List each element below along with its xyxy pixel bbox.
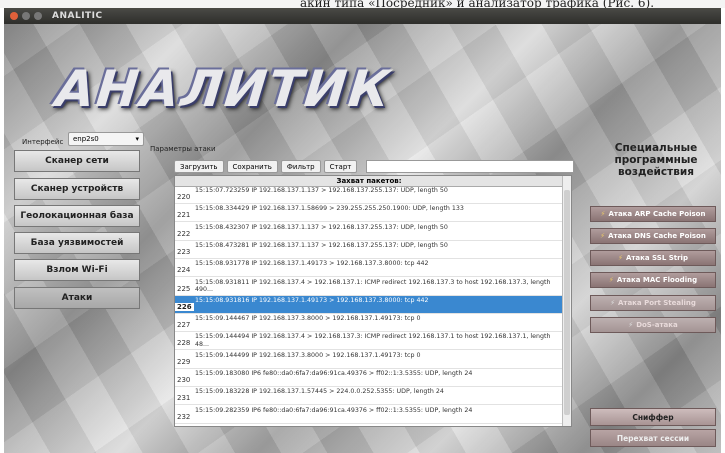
maximize-icon[interactable] (34, 12, 42, 20)
packet-number: 229 (177, 357, 191, 366)
session-hijack-button[interactable]: Перехват сессии (590, 429, 716, 447)
special-actions-title: Специальные программные воздействия (596, 142, 716, 178)
wand-icon: ⚡ (618, 254, 623, 262)
app-window: ANALITIC АНАЛИТИК Интерфейс enp2s0 ▾ Ска… (4, 8, 721, 453)
packet-row[interactable]: 227 15:15:09.144467 IP 192.168.137.3.8000… (175, 314, 563, 333)
save-button[interactable]: Сохранить (226, 160, 278, 173)
filter-button[interactable]: Фильтр (280, 160, 321, 173)
nav-attacks[interactable]: Атаки (14, 287, 140, 309)
load-button[interactable]: Загрузить (174, 160, 224, 173)
packet-row[interactable]: 222 15:15:08.432307 IP 192.168.137.1.137 … (175, 223, 563, 241)
packet-text: 15:15:08.931811 IP 192.168.137.4 > 192.1… (195, 278, 551, 294)
vertical-scrollbar[interactable] (562, 176, 571, 426)
packet-row[interactable]: 220 15:15:07.723259 IP 192.168.137.1.137 … (175, 186, 563, 204)
attack-button[interactable]: ⚡ Атака ARP Cache Poison (590, 206, 716, 222)
packet-number: 222 (177, 229, 191, 238)
wand-icon: ⚡ (628, 321, 634, 329)
packet-number: 227 (177, 321, 191, 330)
close-icon[interactable] (10, 12, 18, 20)
packet-row[interactable]: 221 15:15:08.334429 IP 192.168.137.1.5869… (175, 204, 563, 223)
packet-number: 220 (177, 193, 191, 201)
attack-label: Атака ARP Cache Poison (608, 210, 706, 218)
interface-value: enp2s0 (73, 135, 99, 143)
packet-row[interactable]: 232 15:15:09.282359 IP6 fe80::da0:6fa7:da… (175, 406, 563, 424)
packet-number: 231 (177, 394, 191, 403)
attack-button[interactable]: ⚡ Атака Port Stealing (590, 295, 716, 311)
packet-number: 225 (177, 284, 191, 293)
packet-text: 15:15:09.144467 IP 192.168.137.3.8000 > … (195, 315, 421, 323)
app-logo: АНАЛИТИК (52, 60, 395, 118)
packet-text: 15:15:07.723259 IP 192.168.137.1.137 > 1… (195, 187, 448, 194)
packet-number: 221 (177, 211, 191, 220)
special-title-line: программные (614, 154, 698, 166)
packet-row[interactable]: 230 15:15:09.183080 IP6 fe80::da0:6fa7:da… (175, 369, 563, 387)
nav-geolocation-db[interactable]: Геолокационная база (14, 205, 140, 227)
nav-label: Геолокационная база (20, 211, 134, 221)
packet-row[interactable]: 226 15:15:08.931816 IP 192.168.137.1.4917… (175, 295, 563, 314)
packet-text: 15:15:09.183228 IP 192.168.137.1.57445 >… (195, 388, 444, 396)
nav-wifi-crack[interactable]: Взлом Wi-Fi (14, 259, 140, 281)
packet-row[interactable]: 231 15:15:09.183228 IP 192.168.137.1.5744… (175, 387, 563, 406)
attack-button[interactable]: ⚡ DoS-атака (590, 317, 716, 333)
packet-text: 15:15:09.144499 IP 192.168.137.3.8000 > … (195, 351, 421, 359)
wand-icon: ⚡ (610, 299, 615, 307)
attack-params-label: Параметры атаки (150, 145, 216, 153)
special-title-line: воздействия (618, 166, 694, 178)
packet-row[interactable]: 223 15:15:08.473281 IP 192.168.137.1.137 … (175, 241, 563, 259)
packet-text: 15:15:08.473281 IP 192.168.137.1.137 > 1… (195, 241, 448, 249)
packet-text: 15:15:08.931778 IP 192.168.137.1.49173 >… (195, 260, 429, 268)
packet-number: 226 (175, 302, 194, 311)
sniffer-button[interactable]: Сниффер (590, 408, 716, 426)
attack-label: Атака DNS Cache Poison (608, 232, 706, 240)
packet-number: 224 (177, 266, 191, 275)
packet-text: 15:15:09.183080 IP6 fe80::da0:6fa7:da96:… (195, 370, 473, 377)
nav-network-scanner[interactable]: Сканер сети (14, 150, 140, 172)
packet-text: 15:15:08.432307 IP 192.168.137.1.137 > 1… (195, 223, 448, 231)
packet-text: 15:15:09.282359 IP6 fe80::da0:6fa7:da96:… (195, 406, 473, 414)
packet-number: 230 (177, 376, 191, 384)
packet-row[interactable]: 225 15:15:08.931811 IP 192.168.137.4 > 19… (175, 278, 563, 296)
interface-select[interactable]: enp2s0 ▾ (68, 132, 144, 146)
attack-toolbar: Загрузить Сохранить Фильтр Старт (174, 160, 358, 173)
packet-capture-panel: Захват пакетов: 220 15:15:07.723259 IP 19… (174, 175, 572, 427)
nav-vulnerability-db[interactable]: База уязвимостей (14, 232, 140, 254)
packet-text: 15:15:09.144494 IP 192.168.137.4 > 192.1… (195, 333, 551, 348)
minimize-icon[interactable] (22, 12, 30, 20)
wand-icon: ⚡ (600, 232, 606, 240)
nav-device-scanner[interactable]: Сканер устройств (14, 178, 140, 200)
nav-label: База уязвимостей (30, 238, 124, 248)
document-caption-fragment: акин типа «Посредник» и анализатор трафи… (0, 0, 725, 8)
start-button[interactable]: Старт (323, 160, 358, 173)
packet-number: 232 (177, 412, 191, 421)
attack-label: Атака SSL Strip (625, 254, 688, 262)
attack-label: Атака Port Stealing (617, 299, 696, 307)
interface-label: Интерфейс (22, 138, 64, 146)
wand-icon: ⚡ (608, 276, 614, 284)
packet-number: 223 (177, 247, 191, 256)
packet-row[interactable]: 228 15:15:09.144494 IP 192.168.137.4 > 19… (175, 332, 563, 351)
packet-text: 15:15:08.334429 IP 192.168.137.1.58699 >… (195, 205, 464, 213)
packet-row[interactable]: 229 15:15:09.144499 IP 192.168.137.3.8000… (175, 351, 563, 369)
nav-label: Взлом Wi-Fi (46, 265, 108, 275)
scrollbar-thumb[interactable] (564, 190, 570, 415)
nav-label: Атаки (61, 293, 93, 303)
attack-button[interactable]: ⚡ Атака SSL Strip (590, 250, 716, 266)
attack-button[interactable]: ⚡ Атака MAC Flooding (590, 272, 716, 288)
special-title-line: Специальные (614, 142, 698, 154)
attack-button[interactable]: ⚡ Атака DNS Cache Poison (590, 228, 716, 244)
packet-row[interactable]: 224 15:15:08.931778 IP 192.168.137.1.4917… (175, 259, 563, 278)
window-title: ANALITIC (52, 11, 103, 21)
packet-number: 228 (177, 339, 191, 348)
nav-label: Сканер устройств (30, 184, 124, 194)
title-bar: ANALITIC (4, 8, 721, 24)
nav-label: Сканер сети (45, 156, 109, 166)
wand-icon: ⚡ (600, 210, 606, 218)
chevron-down-icon: ▾ (135, 135, 139, 143)
params-input[interactable] (366, 160, 574, 173)
attack-label: Атака MAC Flooding (616, 276, 698, 284)
attack-label: DoS-атака (636, 321, 678, 329)
packet-text: 15:15:08.931816 IP 192.168.137.1.49173 >… (195, 296, 429, 304)
